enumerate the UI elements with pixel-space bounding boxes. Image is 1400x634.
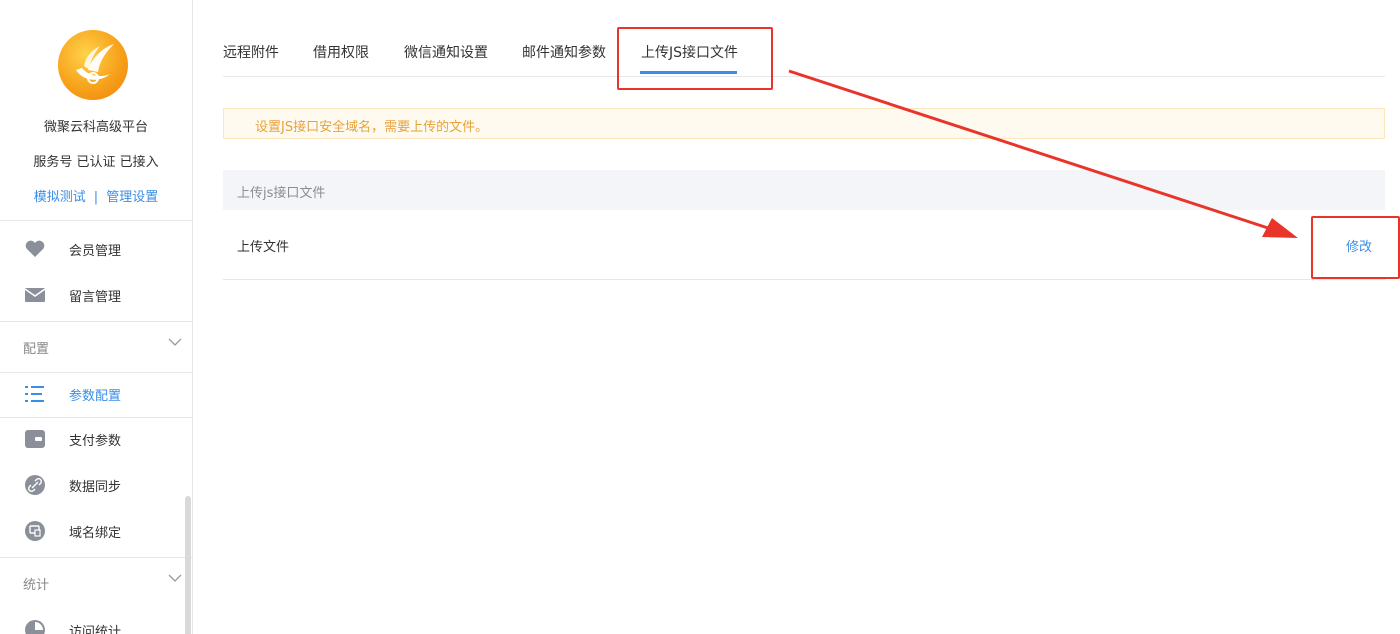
sidebar-item-members[interactable]: 会员管理 — [0, 229, 192, 269]
quick-links: 模拟测试 | 管理设置 — [0, 186, 192, 205]
sidebar-item-label: 支付参数 — [69, 433, 122, 449]
mail-icon — [24, 285, 46, 305]
divider — [0, 220, 192, 221]
chevron-down-icon — [168, 336, 182, 351]
sidebar-item-visit-stats[interactable]: 访问统计 — [0, 610, 192, 634]
upload-file-label: 上传文件 — [237, 240, 290, 255]
simulate-test-link[interactable]: 模拟测试 — [34, 190, 86, 205]
table-row: 上传文件 修改 — [223, 211, 1385, 280]
sidebar-item-params[interactable]: 参数配置 — [0, 374, 192, 414]
sidebar-item-messages[interactable]: 留言管理 — [0, 275, 192, 315]
annotation-arrow — [788, 69, 1298, 238]
section-title: 统计 — [23, 578, 50, 593]
chart-icon — [24, 620, 46, 634]
divider — [0, 417, 192, 418]
sidebar-item-label: 留言管理 — [69, 289, 122, 305]
tab-bar — [223, 0, 1385, 77]
sidebar-item-label: 参数配置 — [69, 388, 122, 404]
wallet-icon — [24, 429, 46, 449]
link-separator: | — [93, 190, 99, 205]
notice-text: 设置JS接口安全域名，需要上传的文件。 — [255, 120, 489, 135]
link-icon — [24, 475, 46, 495]
tab-remote-attachment[interactable]: 远程附件 — [223, 42, 279, 62]
sidebar-scrollbar[interactable] — [185, 496, 191, 634]
section-config[interactable]: 配置 — [0, 322, 192, 372]
annotation-box-tab — [617, 27, 773, 90]
sidebar-item-label: 会员管理 — [69, 243, 122, 259]
platform-logo — [58, 30, 128, 100]
sidebar: 微聚云科高级平台 服务号 已认证 已接入 模拟测试 | 管理设置 会员管理 留言管理… — [0, 0, 193, 634]
chevron-down-icon — [168, 572, 182, 587]
tab-mail-notify[interactable]: 邮件通知参数 — [522, 42, 606, 62]
heart-icon — [24, 239, 46, 259]
tab-borrow-permission[interactable]: 借用权限 — [313, 42, 369, 62]
divider — [0, 372, 192, 373]
table-header-label: 上传js接口文件 — [237, 186, 326, 201]
sidebar-item-label: 访问统计 — [69, 624, 122, 634]
table-header: 上传js接口文件 — [223, 170, 1385, 210]
tab-wechat-notify[interactable]: 微信通知设置 — [404, 42, 488, 62]
domain-icon — [24, 521, 46, 541]
account-status: 服务号 已认证 已接入 — [33, 155, 159, 170]
section-stats[interactable]: 统计 — [0, 558, 192, 608]
platform-name: 微聚云科高级平台 — [43, 120, 148, 135]
sidebar-item-label: 数据同步 — [69, 479, 122, 495]
annotation-box-modify — [1311, 216, 1400, 279]
sidebar-item-payment[interactable]: 支付参数 — [0, 419, 192, 459]
sidebar-item-domain[interactable]: 域名绑定 — [0, 511, 192, 551]
manage-settings-link[interactable]: 管理设置 — [106, 190, 158, 205]
section-title: 配置 — [23, 342, 50, 357]
bird-logo-icon — [76, 44, 114, 84]
sidebar-item-label: 域名绑定 — [69, 525, 122, 541]
sidebar-item-sync[interactable]: 数据同步 — [0, 465, 192, 505]
notice-banner: 设置JS接口安全域名，需要上传的文件。 — [223, 108, 1385, 139]
list-settings-icon — [24, 384, 46, 404]
